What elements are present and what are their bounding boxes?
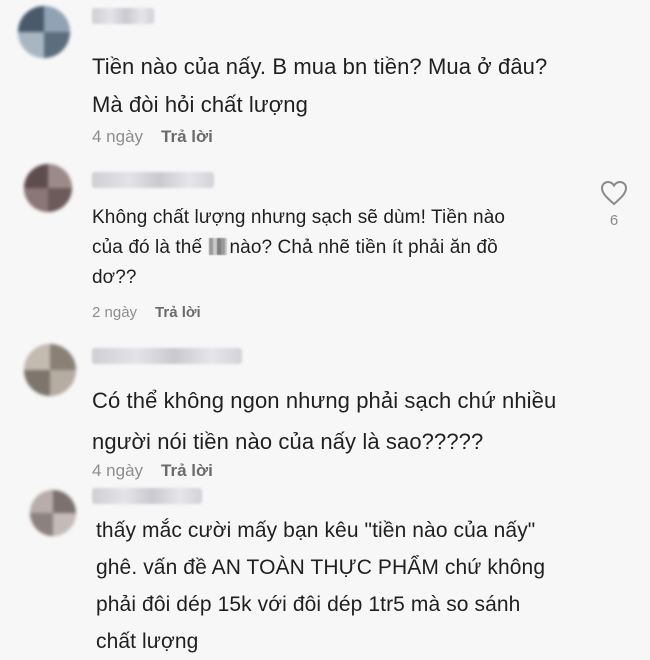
comment-meta: 4 ngày Trả lời: [92, 461, 213, 481]
comment-time: 4 ngày: [92, 127, 144, 146]
like-count: 6: [609, 212, 619, 229]
avatar[interactable]: [24, 164, 72, 212]
like-button[interactable]: 6: [598, 180, 630, 229]
reply-button[interactable]: Trả lời: [155, 304, 201, 321]
comment-text: Không chất lượng nhưng sạch sẽ dùm! Tiền…: [92, 207, 506, 288]
censored-word: [209, 238, 228, 255]
comment-text: Có thể không ngon nhưng phải sạch chứ nh…: [92, 388, 557, 454]
avatar[interactable]: [18, 6, 70, 58]
heart-outline-icon: [600, 180, 628, 206]
comment-text: thấy mắc cười mấy bạn kêu "tiền nào của …: [96, 519, 546, 653]
comment-time: 2 ngày: [92, 304, 138, 321]
username-blurred[interactable]: [92, 488, 202, 504]
comment-text: Tiền nào của nấy. B mua bn tiền? Mua ở đ…: [92, 54, 548, 117]
username-blurred[interactable]: [92, 348, 242, 364]
avatar[interactable]: [30, 490, 76, 536]
username-blurred[interactable]: [92, 172, 214, 188]
comment-time: 4 ngày: [92, 461, 144, 480]
reply-button[interactable]: Trả lời: [161, 127, 213, 147]
avatar[interactable]: [24, 344, 76, 396]
comment-meta: 2 ngày Trả lời: [92, 304, 201, 321]
username-blurred[interactable]: [92, 8, 154, 24]
reply-button[interactable]: Trả lời: [161, 461, 213, 481]
comment-meta: 4 ngày Trả lời: [92, 127, 213, 147]
